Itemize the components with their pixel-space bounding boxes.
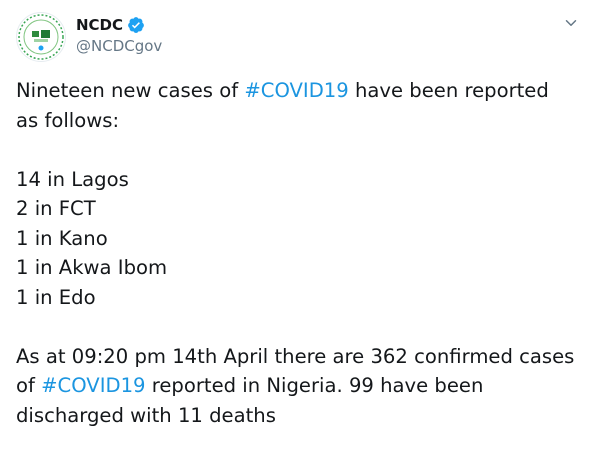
avatar[interactable] [16, 12, 66, 62]
account-names: NCDC @NCDCgov [76, 14, 162, 56]
ncdc-logo-icon [18, 14, 64, 60]
chevron-down-icon[interactable] [562, 14, 580, 32]
hashtag-link[interactable]: #COVID19 [41, 374, 145, 397]
tweet-header: NCDC @NCDCgov [16, 12, 580, 62]
case-line: 1 in Edo [16, 285, 96, 309]
summary-suffix: reported in Nigeria. 99 have been [145, 374, 484, 397]
summary-line-2: of #COVID19 reported in Nigeria. 99 have… [16, 371, 580, 401]
case-line: 14 in Lagos [16, 167, 129, 191]
tweet-text: Nineteen new cases of #COVID19 have been… [16, 76, 580, 430]
display-name-row: NCDC [76, 14, 162, 36]
display-name[interactable]: NCDC [76, 16, 123, 34]
case-line: 2 in FCT [16, 197, 96, 220]
summary-line-1: As at 09:20 pm 14th April there are 362 … [16, 344, 575, 368]
case-line: 1 in Kano [16, 226, 108, 250]
summary-line-3: discharged with 11 deaths [16, 403, 276, 427]
intro-line: Nineteen new cases of #COVID19 have been… [16, 76, 580, 106]
case-line: 1 in Akwa Ibom [16, 256, 168, 279]
intro-prefix: Nineteen new cases of [16, 79, 245, 102]
tweet-card: NCDC @NCDCgov Nineteen new cases of #COV… [0, 0, 596, 451]
intro-line-2: as follows: [16, 108, 120, 132]
hashtag-link[interactable]: #COVID19 [244, 79, 348, 102]
account-handle[interactable]: @NCDCgov [76, 36, 162, 56]
summary-prefix: of [16, 374, 42, 397]
intro-suffix: have been reported [348, 79, 549, 102]
verified-badge-icon [128, 17, 144, 33]
